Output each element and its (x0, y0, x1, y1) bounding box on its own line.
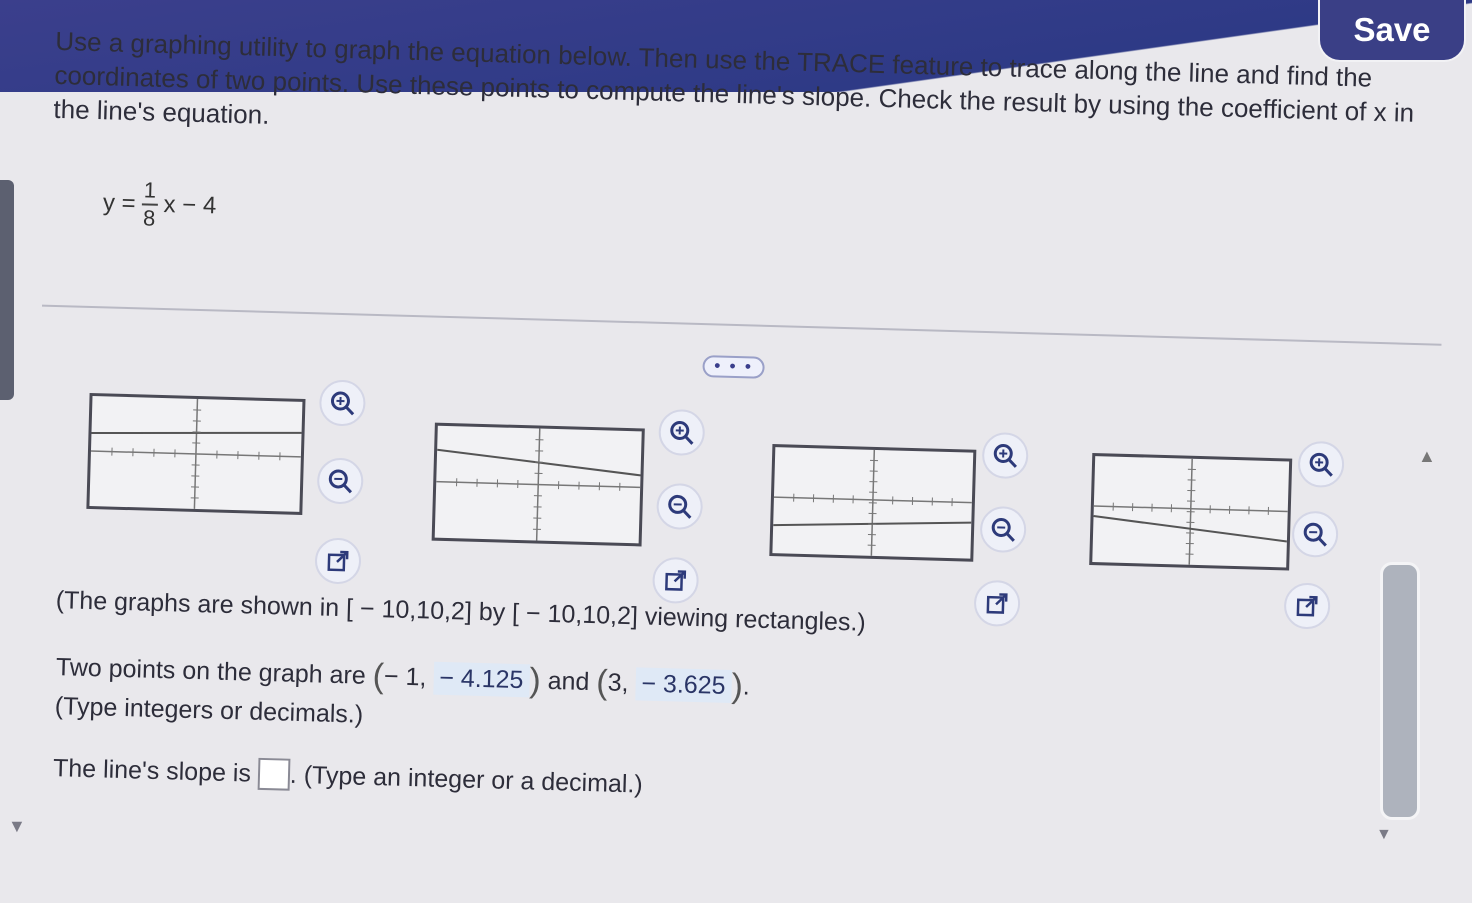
graph-d-zoom-out-icon[interactable] (1291, 511, 1338, 558)
graph-a-expand-icon[interactable] (314, 537, 361, 584)
graph-c-zoom-out-icon[interactable] (980, 506, 1027, 553)
scroll-down-icon[interactable]: ▼ (1376, 826, 1392, 844)
graph-a-plot (89, 396, 302, 512)
section-divider (42, 305, 1442, 346)
more-button[interactable]: • • • (702, 355, 765, 379)
left-scroll-down-icon[interactable]: ▼ (8, 816, 26, 837)
graph-b-expand-icon[interactable] (652, 557, 699, 604)
slope-answer-box[interactable] (257, 758, 290, 791)
points-prefix: Two points on the graph are (56, 653, 367, 690)
graph-d-zoom-in-icon[interactable] (1297, 441, 1344, 488)
slope-prefix: The line's slope is (53, 754, 252, 788)
question-content: Use a graphing utility to graph the equa… (0, 0, 1472, 903)
graph-c-plot (772, 447, 973, 558)
equation-lhs: y = (103, 189, 136, 218)
graph-c-expand-icon[interactable] (973, 580, 1020, 627)
scroll-up-icon[interactable]: ▲ (1418, 446, 1436, 467)
graph-d-plot (1092, 456, 1289, 567)
points-period: . (742, 672, 750, 700)
graph-a-zoom-in-icon[interactable] (319, 379, 366, 426)
instructions-text: Use a graphing utility to graph the equa… (53, 24, 1435, 164)
graph-option-d[interactable] (1089, 453, 1292, 571)
graph-option-c[interactable] (769, 444, 976, 562)
point1-x: − 1, (384, 662, 427, 691)
equation-rest: x − 4 (163, 191, 216, 220)
graph-a-zoom-out-icon[interactable] (317, 457, 364, 504)
graph-d-expand-icon[interactable] (1283, 582, 1330, 629)
close-paren-1: ) (529, 661, 541, 699)
slope-suffix: . (Type an integer or a decimal.) (290, 761, 644, 799)
viewing-note: (The graphs are shown in [ − 10,10,2] by… (55, 586, 866, 638)
graph-c-zoom-in-icon[interactable] (982, 432, 1029, 479)
graph-b-plot (435, 426, 642, 544)
graph-option-a[interactable] (86, 393, 305, 515)
point2-y-answer[interactable]: − 3.625 (635, 667, 732, 703)
fraction-denominator: 8 (143, 205, 156, 231)
graph-b-zoom-in-icon[interactable] (658, 409, 705, 456)
points-hint: (Type integers or decimals.) (54, 692, 363, 730)
equation: y = 1 8 x − 4 (102, 176, 217, 233)
graph-b-zoom-out-icon[interactable] (656, 483, 703, 530)
fraction-numerator: 1 (143, 177, 156, 203)
point2-x: 3, (607, 669, 629, 698)
point1-y-answer[interactable]: − 4.125 (433, 662, 530, 698)
equation-fraction: 1 8 (141, 177, 159, 231)
graph-option-b[interactable] (432, 423, 645, 547)
points-and: and (547, 667, 589, 696)
slope-statement: The line's slope is . (Type an integer o… (53, 752, 644, 800)
scrollbar-thumb[interactable] (1380, 562, 1420, 820)
